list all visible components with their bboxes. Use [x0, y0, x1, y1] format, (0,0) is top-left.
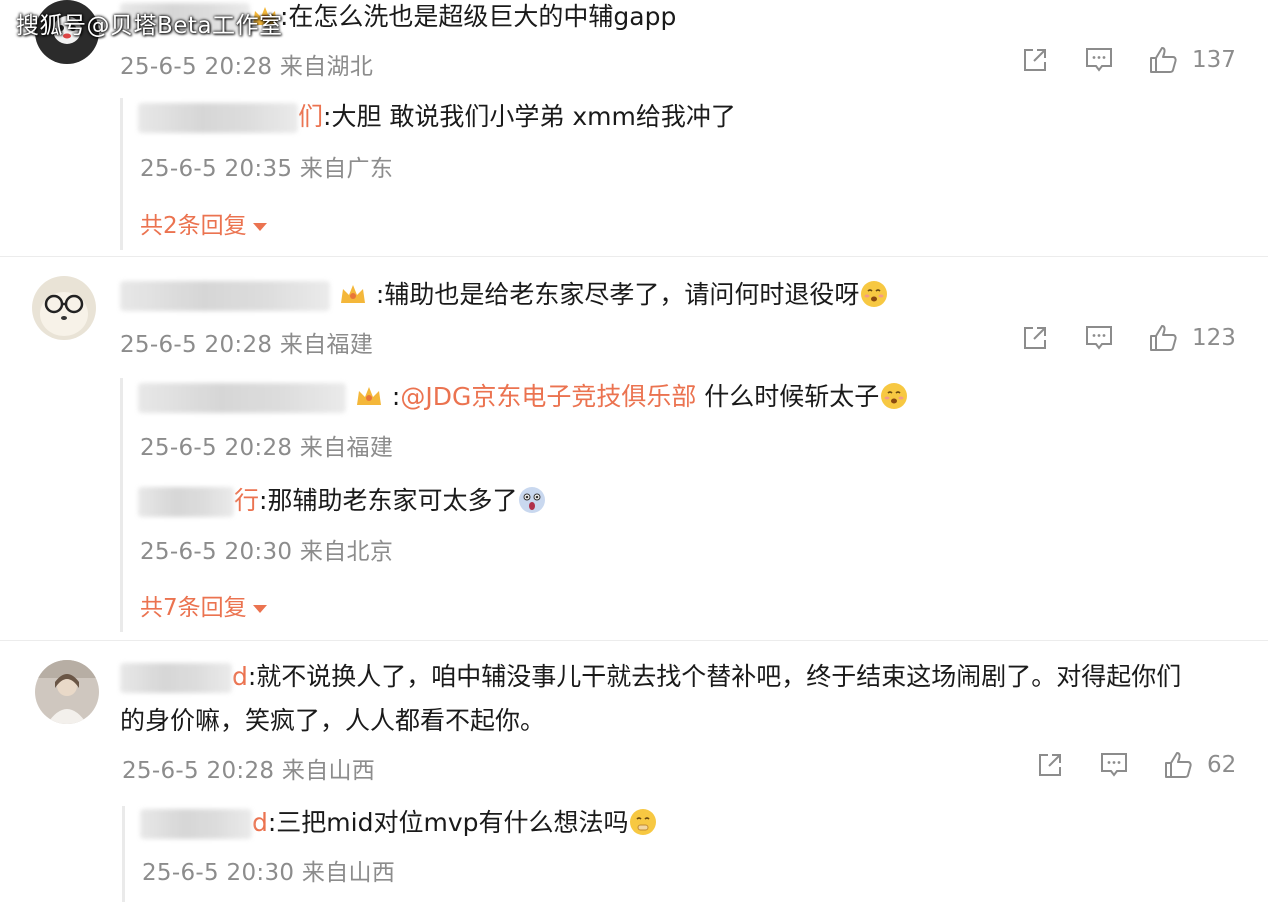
- blurred-username[interactable]: [140, 809, 252, 839]
- reply-meta: 25-6-5 20:30 来自北京: [140, 539, 394, 565]
- commenter-avatar[interactable]: [35, 660, 99, 724]
- fan-crown-icon: [340, 285, 365, 303]
- emoji-shy-icon: [861, 281, 888, 307]
- comment-button[interactable]: [1084, 45, 1114, 75]
- reply-body: :@JDG京东电子竞技俱乐部 什么时候斩太子: [138, 380, 909, 414]
- comment-meta: 25-6-5 20:28 来自福建: [120, 332, 374, 358]
- emoji-shocked-icon: [519, 487, 546, 513]
- comment-body: d:就不说换人了，咱中辅没事儿干就去找个替补吧，终于结束这场闹剧了。对得起你们: [120, 660, 1181, 694]
- fan-crown-icon: [356, 387, 381, 405]
- view-more-replies[interactable]: 共7条回复: [140, 588, 267, 622]
- comment-divider: [0, 640, 1268, 641]
- like-count: 137: [1192, 47, 1236, 73]
- comment-button[interactable]: [1099, 750, 1129, 780]
- share-button[interactable]: [1035, 750, 1065, 780]
- like-button[interactable]: 123: [1148, 323, 1236, 353]
- blurred-username[interactable]: [138, 487, 234, 517]
- comment-actions: 62: [1035, 750, 1236, 780]
- like-count: 62: [1207, 752, 1237, 778]
- blurred-username[interactable]: [120, 663, 232, 693]
- mention-link[interactable]: @JDG京东电子竞技俱乐部: [400, 382, 696, 411]
- comment-button[interactable]: [1084, 323, 1114, 353]
- share-icon: [1024, 327, 1046, 349]
- reply-body: d:三把mid对位mvp有什么想法吗: [140, 806, 658, 840]
- view-more-replies[interactable]: 共2条回复: [140, 206, 267, 240]
- thumbs-up-icon: [1150, 325, 1177, 351]
- blurred-username[interactable]: [138, 103, 298, 133]
- blurred-username[interactable]: [138, 383, 346, 413]
- reply-thread-line: [120, 98, 123, 250]
- reply-meta: 25-6-5 20:35 来自广东: [140, 156, 394, 182]
- commenter-avatar[interactable]: [32, 276, 96, 340]
- comment-body: :辅助也是给老东家尽孝了，请问何时退役呀: [120, 278, 889, 312]
- thumbs-up-icon: [1165, 752, 1192, 778]
- like-button[interactable]: 62: [1163, 750, 1236, 780]
- comment-icon: [1086, 48, 1112, 72]
- emoji-hush-icon: [630, 809, 657, 835]
- reply-thread-line: [122, 806, 125, 902]
- comment-icon: [1101, 753, 1127, 777]
- share-button[interactable]: [1020, 323, 1050, 353]
- reply-body: 们:大胆 敢说我们小学弟 xmm给我冲了: [138, 100, 736, 134]
- comment-body-continued: 的身价嘛，笑疯了，人人都看不起你。: [120, 706, 546, 735]
- comment-actions: 137: [1020, 45, 1236, 75]
- reply-body: 行:那辅助老东家可太多了: [138, 484, 547, 518]
- reply-thread-line: [120, 378, 123, 632]
- comment-meta: 25-6-5 20:28 来自湖北: [120, 54, 374, 80]
- comment-actions: 123: [1020, 323, 1236, 353]
- thumbs-up-icon: [1150, 47, 1177, 73]
- blurred-username[interactable]: [120, 281, 330, 311]
- reply-meta: 25-6-5 20:28 来自福建: [140, 435, 394, 461]
- share-icon: [1039, 754, 1061, 776]
- comment-icon: [1086, 326, 1112, 350]
- comment-divider: [0, 256, 1268, 257]
- like-button[interactable]: 137: [1148, 45, 1236, 75]
- like-count: 123: [1192, 325, 1236, 351]
- caret-down-icon: [252, 222, 267, 231]
- emoji-shy-icon: [881, 383, 908, 409]
- share-button[interactable]: [1020, 45, 1050, 75]
- caret-down-icon: [252, 604, 267, 613]
- reply-meta: 25-6-5 20:30 来自山西: [142, 860, 396, 886]
- share-icon: [1024, 49, 1046, 71]
- watermark: 搜狐号@贝塔Beta工作室: [16, 13, 283, 39]
- comment-meta: 25-6-5 20:28 来自山西: [122, 758, 376, 784]
